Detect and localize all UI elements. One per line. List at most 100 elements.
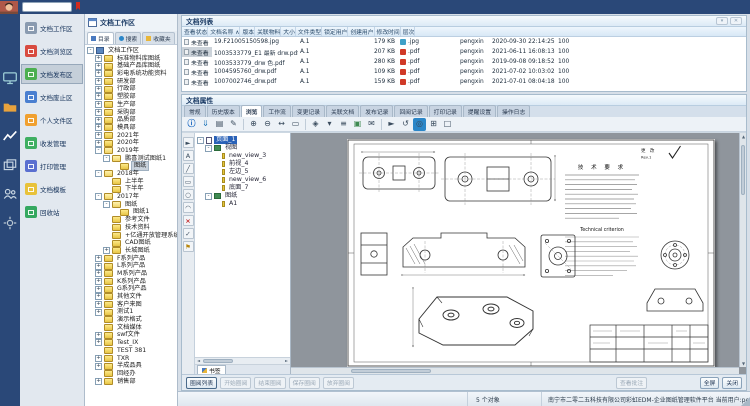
tree-item[interactable]: TEST 381	[85, 347, 177, 355]
tree-item[interactable]: + 品质部	[85, 116, 177, 124]
bookmark-item[interactable]: - 页面_1	[195, 136, 290, 144]
tree-item[interactable]: + 测试1	[85, 308, 177, 316]
bookmark-item[interactable]: - 视图	[195, 144, 290, 152]
tree-item[interactable]: 图纸	[85, 162, 177, 170]
nav-item[interactable]: 个人文件区	[21, 110, 83, 130]
close-button[interactable]: 关闭	[722, 377, 742, 389]
scroll-left-icon[interactable]: ◄	[195, 358, 202, 364]
props-tab[interactable]: 打印记录	[429, 105, 462, 117]
tree-item[interactable]: + 彩电系统功能资料	[85, 70, 177, 78]
scroll-thumb[interactable]	[741, 145, 745, 195]
tree-item[interactable]: + swf文件	[85, 331, 177, 339]
tree-expander-icon[interactable]: +	[95, 309, 102, 316]
viewer-tool-comment[interactable]: ✉	[365, 118, 378, 131]
markup-tool-select[interactable]: ►	[183, 137, 194, 148]
viewer-tool-search[interactable]: ◎	[413, 118, 426, 131]
viewer-tool-fullscreen[interactable]: □	[441, 118, 454, 131]
tree-expander-icon[interactable]: +	[95, 70, 102, 77]
viewer-tool-info[interactable]: ⓘ	[185, 118, 198, 131]
desktop-icon[interactable]	[2, 70, 18, 86]
viewer-tool-layers[interactable]: ≡	[337, 118, 350, 131]
scroll-right-icon[interactable]: ►	[283, 358, 290, 364]
props-tab[interactable]: 操作日志	[497, 105, 530, 117]
markup-tool-rect[interactable]: ▭	[183, 176, 194, 187]
scroll-down-icon[interactable]: ▼	[740, 360, 746, 367]
viewer-tool-rotate[interactable]: ↺	[399, 118, 412, 131]
markup-tool-text[interactable]: A	[183, 150, 194, 161]
tree-expander-icon[interactable]: +	[95, 78, 102, 85]
panel-button-close[interactable]: ✕	[730, 17, 742, 25]
tree-item[interactable]: 图纸1	[85, 208, 177, 216]
tree-expander-icon[interactable]: +	[95, 101, 102, 108]
props-tab[interactable]: 工作流	[263, 105, 290, 117]
markup-tool-cloud[interactable]: ◠	[183, 202, 194, 213]
doc-row[interactable]: 未查看 1007002746_drw.pdf A.1 159 KB .pdf p…	[182, 77, 746, 87]
props-tab[interactable]: 发布记录	[360, 105, 393, 117]
tree-expander-icon[interactable]: +	[95, 132, 102, 139]
tree-expander-icon[interactable]: +	[95, 301, 102, 308]
user-avatar[interactable]	[0, 0, 18, 14]
panel-button-collapse[interactable]: ▾	[716, 17, 728, 25]
tree-item[interactable]: + 基础产品库图纸	[85, 62, 177, 70]
quick-search-input[interactable]	[22, 2, 72, 12]
tree-expander-icon[interactable]: +	[95, 140, 102, 147]
bookmark-item[interactable]: 底面_7	[195, 184, 290, 192]
tree-item[interactable]: + G系列产品	[85, 285, 177, 293]
tree-expander-icon[interactable]: +	[95, 355, 102, 362]
column-header[interactable]: 关联物料	[255, 27, 281, 36]
tree-item[interactable]: + 其他文件	[85, 293, 177, 301]
scroll-thumb[interactable]	[351, 369, 431, 373]
review-button[interactable]: 结束圈阅	[254, 377, 285, 389]
doc-row[interactable]: 未查看 1004595760_drw.pdf A.1 109 KB .pdf p…	[182, 67, 746, 77]
tree-expander-icon[interactable]: -	[95, 193, 102, 200]
column-header[interactable]: 查看状态	[182, 27, 208, 36]
review-button[interactable]: 保存圈阅	[289, 377, 320, 389]
tree-item[interactable]: + M系列产品	[85, 270, 177, 278]
tree-expander-icon[interactable]: +	[95, 339, 102, 346]
viewer-tool-zoom-out[interactable]: ⊖	[261, 118, 274, 131]
scroll-up-icon[interactable]: ▲	[740, 133, 746, 140]
props-tab[interactable]: 常规	[184, 105, 206, 117]
settings-gear-icon[interactable]	[2, 215, 18, 231]
tree-expander-icon[interactable]: +	[95, 55, 102, 62]
viewer-tool-thumbnails[interactable]: ⊞	[427, 118, 440, 131]
scroll-thumb[interactable]	[203, 359, 233, 363]
viewer-tool-pan[interactable]: ◈	[309, 118, 322, 131]
tree-item[interactable]: + 模具部	[85, 124, 177, 132]
column-header[interactable]: 大小	[281, 27, 296, 36]
column-header[interactable]: 创建用户	[348, 27, 374, 36]
tree-item[interactable]: - 2019年	[85, 147, 177, 155]
props-tab[interactable]: 浏览	[241, 105, 263, 117]
bookmark-expander-icon[interactable]: -	[197, 137, 204, 144]
tree-item[interactable]: + 2020年	[85, 139, 177, 147]
bookmark-item[interactable]: new_view_3	[195, 152, 290, 160]
tree-expander-icon[interactable]: +	[95, 293, 102, 300]
tree-item[interactable]: + Test_IX	[85, 339, 177, 347]
tree-expander-icon[interactable]: +	[95, 270, 102, 277]
tree-expander-icon[interactable]: +	[95, 278, 102, 285]
canvas-hscrollbar[interactable]	[291, 367, 739, 374]
tree-expander-icon[interactable]: -	[95, 170, 102, 177]
review-button[interactable]: 开始圈阅	[220, 377, 251, 389]
tree-expander-icon[interactable]: +	[95, 286, 102, 293]
column-header[interactable]: 修改时间	[375, 27, 401, 36]
nav-item[interactable]: 文档废止区	[21, 87, 83, 107]
tree-item[interactable]: + 销售部	[85, 378, 177, 386]
users-icon[interactable]	[2, 186, 18, 202]
tree-tab[interactable]: 收藏夹	[142, 32, 174, 44]
tree-expander-icon[interactable]: -	[103, 201, 110, 208]
doc-row[interactable]: 未查看 19.F21005150598.jpg A.1 179 KB .jpg …	[182, 37, 746, 47]
doc-row[interactable]: 未查看 1003533779_drw 色.pdf A.1 280 KB .pdf…	[182, 57, 746, 67]
tree-item[interactable]: 演示格式	[85, 316, 177, 324]
tree-item[interactable]: + 生产部	[85, 101, 177, 109]
bookmark-expander-icon[interactable]: -	[205, 145, 212, 152]
tree-expander-icon[interactable]: -	[87, 47, 94, 54]
bookmark-item[interactable]: 前视_4	[195, 160, 290, 168]
props-tab[interactable]: 历史版本	[207, 105, 240, 117]
viewer-tool-view-menu[interactable]: ▾	[323, 118, 336, 131]
bookmark-hscrollbar[interactable]: ◄ ►	[195, 357, 290, 364]
bookmark-item[interactable]: - 图纸	[195, 192, 290, 200]
nav-item[interactable]: 文档浏览区	[21, 41, 83, 61]
tree-item[interactable]: - 图纸	[85, 201, 177, 209]
chart-icon[interactable]	[2, 128, 18, 144]
